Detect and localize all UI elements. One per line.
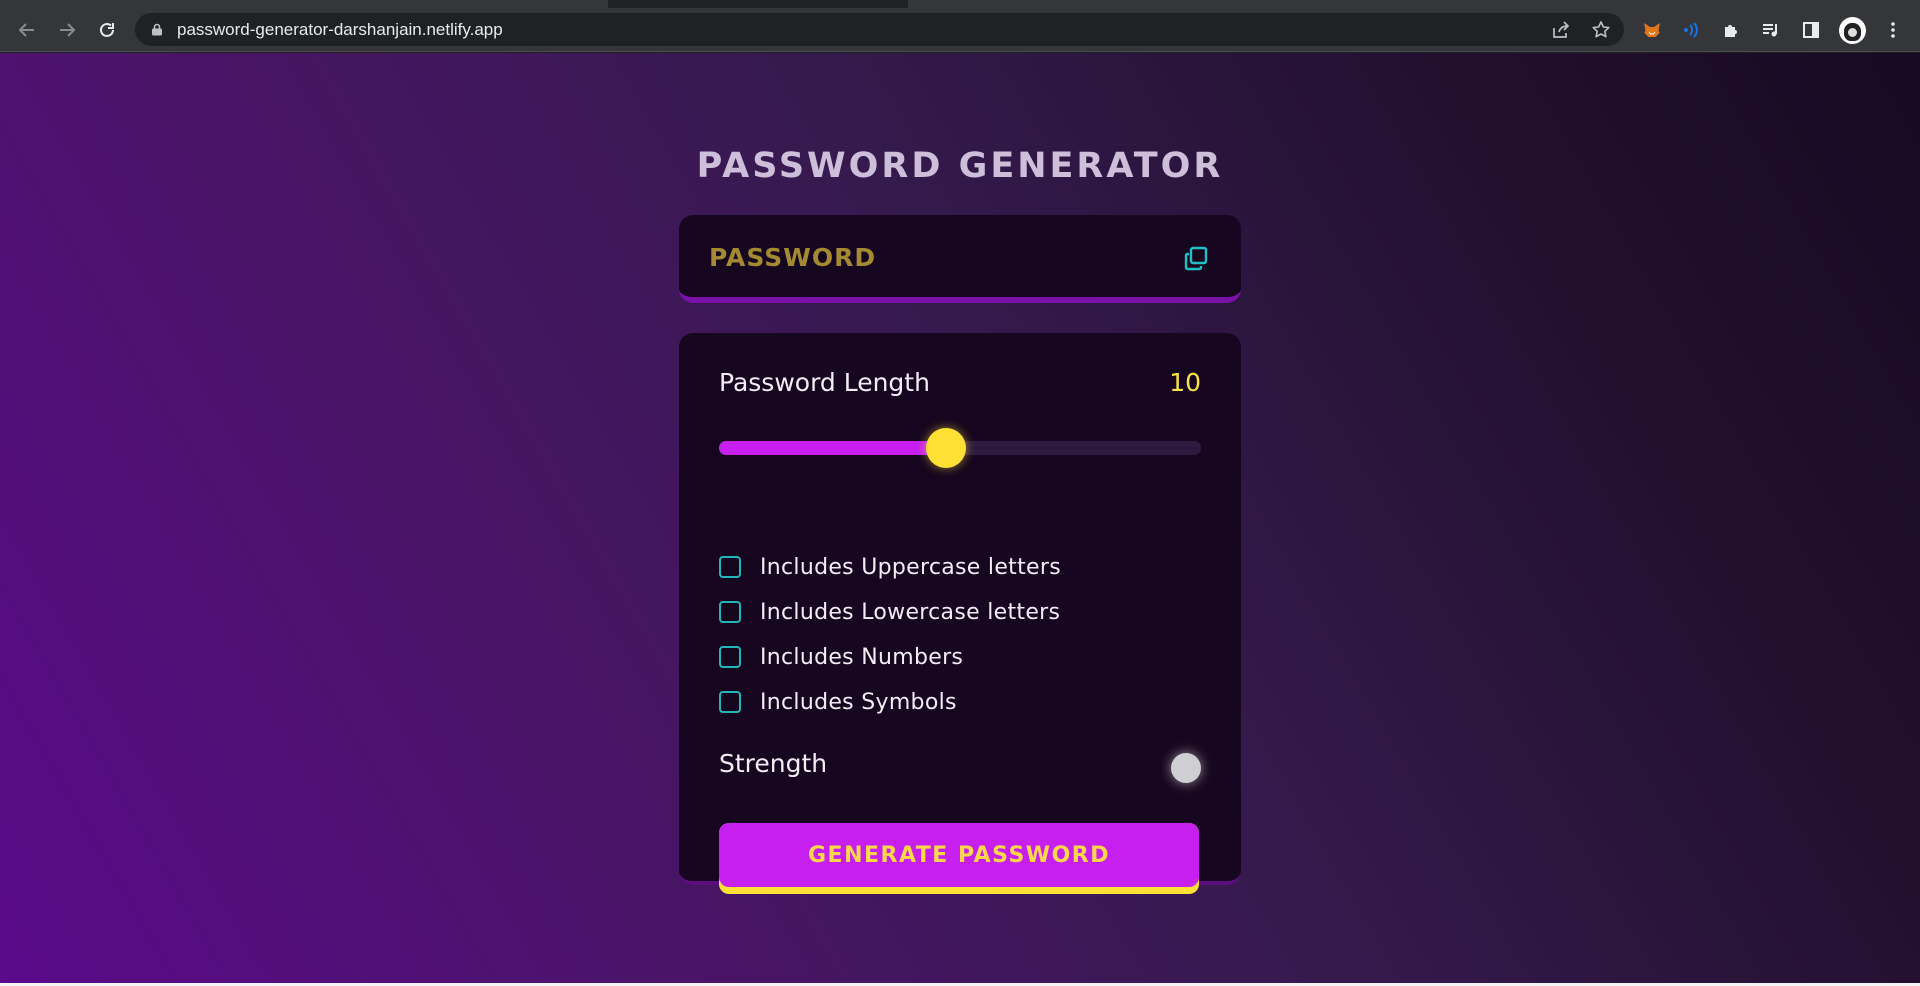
uppercase-checkbox[interactable] — [719, 556, 741, 578]
option-numbers[interactable]: Includes Numbers — [719, 642, 963, 672]
page-title: PASSWORD GENERATOR — [696, 146, 1224, 186]
lowercase-checkbox[interactable] — [719, 601, 741, 623]
reload-icon — [100, 22, 114, 37]
password-display: PASSWORD — [679, 215, 1241, 303]
tab-strip — [0, 0, 1920, 8]
uppercase-label: Includes Uppercase letters — [760, 554, 1061, 580]
page-viewport: PASSWORD GENERATOR PASSWORD Password Len… — [0, 53, 1920, 986]
length-slider[interactable] — [719, 428, 1201, 468]
numbers-checkbox[interactable] — [719, 646, 741, 668]
metamask-fox-icon[interactable] — [1639, 17, 1665, 43]
option-lowercase[interactable]: Includes Lowercase letters — [719, 597, 1060, 627]
option-symbols[interactable]: Includes Symbols — [719, 687, 957, 717]
profile-avatar[interactable] — [1839, 17, 1866, 44]
generate-button-label: GENERATE PASSWORD — [719, 823, 1199, 887]
symbols-checkbox[interactable] — [719, 691, 741, 713]
puzzle-icon[interactable] — [1719, 17, 1745, 43]
arrow-left-icon — [18, 23, 34, 37]
slider-thumb[interactable] — [925, 428, 966, 468]
tab-inactive[interactable] — [0, 0, 608, 8]
copy-button[interactable] — [1182, 245, 1210, 273]
strength-label: Strength — [719, 749, 828, 778]
arrow-right-icon — [60, 23, 76, 37]
lowercase-label: Includes Lowercase letters — [760, 599, 1061, 625]
back-button[interactable] — [11, 14, 43, 46]
url-text: password-generator-darshanjain.netlify.a… — [177, 20, 503, 39]
strength-indicator — [1171, 753, 1201, 783]
forward-button[interactable] — [51, 14, 83, 46]
option-uppercase[interactable]: Includes Uppercase letters — [719, 552, 1061, 582]
star-icon[interactable] — [1591, 20, 1611, 40]
symbols-label: Includes Symbols — [760, 689, 957, 715]
media-queue-icon[interactable] — [1758, 17, 1784, 43]
slider-fill — [719, 441, 946, 455]
length-value: 10 — [1169, 368, 1201, 397]
password-output: PASSWORD — [709, 243, 877, 272]
address-bar[interactable]: password-generator-darshanjain.netlify.a… — [135, 13, 1624, 46]
length-label: Password Length — [719, 368, 930, 397]
tab-inactive[interactable] — [908, 0, 1920, 8]
kebab-menu-icon[interactable] — [1880, 17, 1906, 43]
settings-card: Password Length 10 Includes Uppercase le… — [679, 333, 1241, 894]
generate-password-button[interactable]: GENERATE PASSWORD — [719, 823, 1199, 894]
copy-icon — [1184, 246, 1208, 271]
side-panel-icon[interactable] — [1798, 17, 1824, 43]
numbers-label: Includes Numbers — [760, 644, 964, 670]
audio-waves-icon[interactable] — [1679, 17, 1705, 43]
browser-toolbar: password-generator-darshanjain.netlify.a… — [0, 8, 1920, 52]
reload-button[interactable] — [91, 14, 123, 46]
lock-icon — [152, 23, 162, 36]
share-icon[interactable] — [1551, 20, 1571, 40]
